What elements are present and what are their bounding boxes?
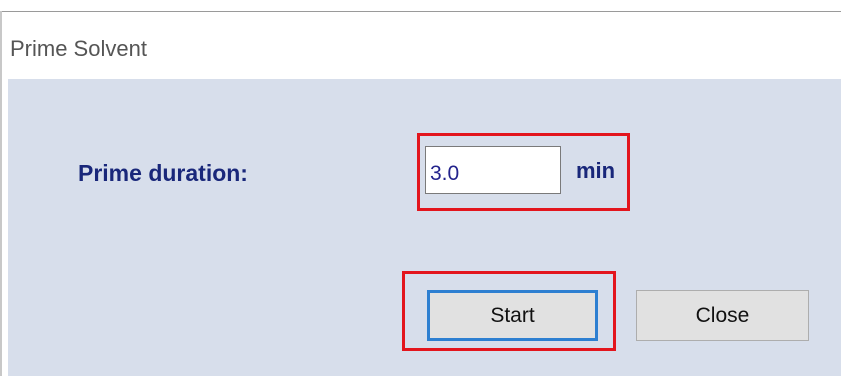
prime-duration-label: Prime duration: [78, 160, 248, 186]
prime-solvent-dialog: Prime Solvent Prime duration: min Start … [0, 0, 841, 376]
window-title: Prime Solvent [10, 36, 147, 61]
title-bar[interactable]: Prime Solvent [2, 12, 841, 79]
duration-highlight-box [417, 133, 630, 211]
close-button-label: Close [695, 303, 750, 327]
close-button[interactable]: Close [636, 290, 809, 341]
start-button-highlight-box [402, 271, 616, 351]
